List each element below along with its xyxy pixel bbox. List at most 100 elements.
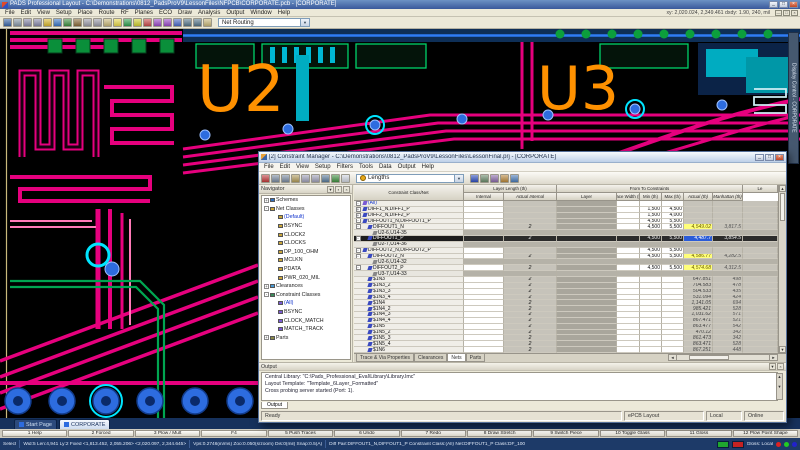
undo-icon[interactable]	[301, 174, 310, 183]
main-title-bar[interactable]: PADS Professional Layout - C:\Demonstrat…	[0, 0, 800, 9]
netlines-off-icon[interactable]	[163, 18, 172, 27]
column-header-manhattan[interactable]: Manhattan (th)	[713, 193, 743, 201]
redo-icon[interactable]	[33, 18, 42, 27]
fkey-10[interactable]: 10 Toggle Glass	[600, 430, 665, 437]
sheet-tab-nets[interactable]: Nets	[447, 354, 465, 362]
netlines-icon[interactable]	[153, 18, 162, 27]
menu-help[interactable]: Help	[275, 10, 293, 16]
output-log[interactable]: Central Library: "C:\Pads_Professional_E…	[261, 372, 778, 401]
tree-item-bsync[interactable]: BSYNC	[262, 222, 350, 231]
copy-icon[interactable]	[281, 174, 290, 183]
row-expand-icon[interactable]: -	[356, 236, 361, 241]
column-header-max[interactable]: Max (th)	[662, 193, 684, 201]
row-expand-icon[interactable]: -	[356, 224, 361, 229]
cm-menu-data[interactable]: Data	[376, 164, 395, 170]
cm-menu-output[interactable]: Output	[395, 164, 419, 170]
tree-item-clock2[interactable]: CLOCK2	[262, 230, 350, 239]
cm-menu-view[interactable]: View	[293, 164, 312, 170]
tree-expand-icon[interactable]: -	[264, 292, 269, 297]
menu-rf[interactable]: RF	[118, 10, 132, 16]
row-expand-icon[interactable]: +	[356, 213, 361, 218]
cm-menu-help[interactable]: Help	[419, 164, 437, 170]
fkey-7[interactable]: 7 Redo	[401, 430, 466, 437]
restore-button[interactable]: □	[779, 1, 788, 8]
menu-planes[interactable]: Planes	[132, 10, 156, 16]
link-icon[interactable]	[321, 174, 330, 183]
menu-place[interactable]: Place	[75, 10, 96, 16]
report-icon[interactable]	[203, 18, 212, 27]
constraints-grid[interactable]: Constraint Class/Net Layer Length (th) F…	[354, 185, 786, 362]
minimize-button[interactable]: _	[769, 1, 778, 8]
tree-expand-icon[interactable]: -	[264, 206, 269, 211]
scroll-left-icon[interactable]: ◄	[669, 355, 677, 360]
cm-title-bar[interactable]: [2] Constraint Manager - C:\Demonstratio…	[259, 152, 786, 163]
menu-window[interactable]: Window	[247, 10, 274, 16]
cm-minimize-button[interactable]: _	[755, 154, 764, 161]
mdi-restore-button[interactable]: □	[783, 10, 790, 16]
cm-menu-file[interactable]: File	[261, 164, 277, 170]
scroll-right-icon[interactable]: ►	[769, 355, 777, 360]
row-expand-icon[interactable]: -	[356, 219, 361, 224]
resolve-icon[interactable]	[510, 174, 519, 183]
board-view-icon[interactable]	[63, 18, 72, 27]
menu-file[interactable]: File	[2, 10, 18, 16]
editor-control-icon[interactable]	[193, 18, 202, 27]
cm-menu-filters[interactable]: Filters	[334, 164, 356, 170]
display-control-tab[interactable]: Display Control - CORPORATE	[788, 32, 799, 164]
menu-edit[interactable]: Edit	[18, 10, 34, 16]
cm-close-button[interactable]: ×	[775, 154, 784, 161]
navigator-tree[interactable]: +Schemes-Net Classes(Default)BSYNCCLOCK2…	[261, 195, 351, 360]
pointer-icon[interactable]	[341, 174, 350, 183]
tree-item-pwr-020-mil[interactable]: PWR_020_MIL	[262, 273, 350, 282]
tree-item-clearances[interactable]: +Clearances	[262, 282, 350, 291]
measure-icon[interactable]	[143, 18, 152, 27]
fkey-8[interactable]: 8 Draw Stretch	[467, 430, 532, 437]
save-icon[interactable]	[3, 18, 12, 27]
paste-icon[interactable]	[291, 174, 300, 183]
fkey-1[interactable]: 1 Help	[2, 430, 67, 437]
row-expand-icon[interactable]: -	[356, 248, 361, 253]
cm-restore-button[interactable]: □	[765, 154, 774, 161]
group-header-next[interactable]: Le	[743, 185, 778, 193]
paste-icon[interactable]	[103, 18, 112, 27]
settings-icon[interactable]	[480, 174, 489, 183]
row-expand-icon[interactable]: -	[356, 265, 361, 270]
column-header-internal[interactable]: Internal	[464, 193, 504, 201]
tree-item-clock-match[interactable]: CLOCK_MATCH	[262, 316, 350, 325]
doc-tab-corporate[interactable]: CORPORATE	[59, 419, 110, 429]
library-icon[interactable]	[73, 18, 82, 27]
tree-item-net-classes[interactable]: -Net Classes	[262, 205, 350, 214]
close-icon[interactable]: ×	[343, 186, 350, 193]
column-header-class-net[interactable]: Constraint Class/Net	[354, 185, 464, 201]
column-header-layer[interactable]: Layer	[557, 193, 617, 201]
scroll-up-icon[interactable]: ▲	[779, 185, 786, 192]
tree-item-pdata[interactable]: PDATA	[262, 265, 350, 274]
sheet-tab-clearances[interactable]: Clearances	[414, 354, 447, 362]
row-expand-icon[interactable]: +	[356, 207, 361, 212]
menu-draw[interactable]: Draw	[175, 10, 195, 16]
output-scrollbar[interactable]: ▲▼	[776, 373, 783, 400]
tree-item-match-track[interactable]: MATCH_TRACK	[262, 325, 350, 334]
tree-item-parts[interactable]: +Parts	[262, 334, 350, 343]
navigator-header[interactable]: Navigator ▼ ▪ ×	[259, 185, 352, 194]
select-mode-icon[interactable]	[43, 18, 52, 27]
tree-item-bsync[interactable]: BSYNC	[262, 308, 350, 317]
exit-cm-icon[interactable]	[261, 174, 270, 183]
filter-icon[interactable]	[490, 174, 499, 183]
tree-item-constraint-classes[interactable]: -Constraint Classes	[262, 291, 350, 300]
grid-vertical-scrollbar[interactable]: ▲ ▼	[778, 185, 786, 353]
chevron-down-icon[interactable]: ▼	[300, 19, 309, 26]
tune-icon[interactable]	[133, 18, 142, 27]
place-mode-icon[interactable]	[53, 18, 62, 27]
tree-expand-icon[interactable]: +	[264, 284, 269, 289]
highlight-icon[interactable]	[113, 18, 122, 27]
scroll-thumb[interactable]	[689, 355, 729, 360]
fkey-5[interactable]: 5 Push Traces	[268, 430, 333, 437]
tree-item-clocks[interactable]: CLOCKS	[262, 239, 350, 248]
close-button[interactable]: ×	[789, 1, 798, 8]
column-header-actual[interactable]: Actual (th)	[684, 193, 713, 201]
close-icon[interactable]: ×	[777, 363, 784, 370]
output-tab[interactable]: Output	[261, 402, 288, 409]
sheet-tab-parts[interactable]: Parts	[466, 354, 486, 362]
cross-probe-icon[interactable]	[173, 18, 182, 27]
